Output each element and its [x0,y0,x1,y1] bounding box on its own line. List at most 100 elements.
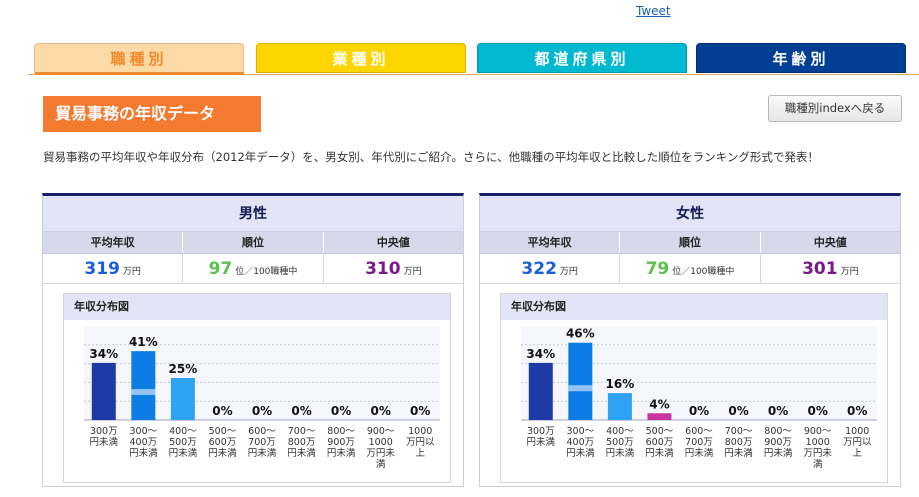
intro-text: 貿易事務の平均年収や年収分布（2012年データ）を、男女別、年代別にご紹介。さら… [43,150,819,164]
tweet-link[interactable]: Tweet [636,4,671,18]
tick-label-line: 800〜 [764,426,792,437]
tick-label: 800〜 900万円未満 [327,426,356,459]
bar [91,362,116,420]
tick-label-line: 円未満 [566,447,595,459]
tab-age[interactable]: 年齢別 [696,43,906,73]
tick-label-line: 円未満 [527,436,556,448]
rank-header: 順位 [183,232,324,253]
tick-label: 700〜 800万円未満 [724,426,753,459]
male-distribution-chart: 34%300万円未満41%300〜 400万円未満25%400〜 500万円未満0%… [84,326,440,470]
bar-highlight [568,385,593,392]
tick-label: 400〜 500万円未満 [606,426,635,459]
bar [607,393,632,420]
female-average-value: 322 [521,259,557,279]
tick-label: 1000 万円以上 [406,426,435,459]
average-header: 平均年収 [480,232,621,253]
tick-label-line: 900〜 [367,426,395,437]
female-median-value: 301 [802,259,838,279]
female-distribution-title: 年収分布図 [501,294,887,320]
tick-label-line: 400万 [130,437,158,448]
tick-label-line: 円未満 [685,447,714,459]
data-label: 0% [768,404,788,418]
female-stat-row: 322 万円 79 位／100職種中 301 万円 [480,254,900,284]
female-average-cell: 322 万円 [480,254,621,283]
tick-label: 500〜 600万円未満 [208,426,237,459]
male-rank-value: 97 [208,259,233,279]
female-average-unit: 万円 [559,267,578,277]
data-label: 0% [689,404,709,418]
tick-label-line: 万円以 [843,437,872,448]
tick-label-line: 万円未 [366,447,395,459]
male-stat-row: 319 万円 97 位／100職種中 310 万円 [43,254,463,284]
male-average-cell: 319 万円 [43,254,184,283]
tick-label-line: 500万 [169,437,197,448]
tick-label-line: 700万 [248,437,276,448]
tick-label: 400〜 500万円未満 [169,426,198,459]
tick-label: 900〜 1000 万円未満 [803,426,832,470]
male-stat-header: 平均年収 順位 中央値 [43,232,463,254]
tick-label-line: 800万 [725,437,753,448]
male-median-cell: 310 万円 [324,254,463,283]
tick-label-line: 円未満 [724,447,753,459]
tick-label-line: 700〜 [288,426,316,437]
data-label: 41% [129,335,158,349]
tick-label-line: 800万 [288,437,316,448]
back-to-index-button[interactable]: 職種別indexへ戻る [768,95,902,122]
tick-label-line: 円未満 [606,447,635,459]
female-median-unit: 万円 [840,267,859,277]
tick-label-line: 900万 [764,437,792,448]
median-header: 中央値 [813,236,847,249]
female-median-cell: 301 万円 [761,254,900,283]
male-median-unit: 万円 [403,267,422,277]
tick-label-line: 300〜 [567,426,595,437]
tick-label-line: 円未満 [208,447,237,459]
data-label: 25% [169,362,198,376]
tick-label-line: 円未満 [764,447,793,459]
tick-label: 300〜 400万円未満 [129,426,158,459]
data-label: 0% [728,404,748,418]
tick-label: 300万円未満 [90,426,119,448]
tick-label-line: 600万 [646,437,674,448]
tick-label-line: 円未満 [327,447,356,459]
data-label: 0% [212,404,232,418]
data-label: 34% [89,347,118,361]
tab-job-type[interactable]: 職種別 [34,43,244,75]
male-rank-cell: 97 位／100職種中 [183,254,324,283]
data-label: 34% [526,347,555,361]
data-label: 0% [252,404,272,418]
female-distribution-box: 年収分布図 34% 300万円未満 46% 300〜 400万円未満 16% 400〜 500… [500,293,888,483]
bar [528,362,553,420]
tick-label-line: 上 [852,448,862,459]
female-panel-title: 女性 [480,196,900,232]
tick-label-line: 400〜 [169,426,197,437]
tick-label-line: 400〜 [606,426,634,437]
tick-label-line: 400万 [567,437,595,448]
tick-label: 500〜 600万円未満 [645,426,674,459]
tick-label-line: 500万 [606,437,634,448]
tick-label-line: 1000 [408,426,432,437]
tick-label: 300万円未満 [527,426,556,448]
female-stat-header: 平均年収 順位 中央値 [480,232,900,254]
tick-label: 800〜 900万円未満 [764,426,793,459]
male-average-value: 319 [84,259,120,279]
female-rank-value: 79 [645,259,670,279]
tick-label-line: 500〜 [209,426,237,437]
tick-label-line: 万円以 [406,437,435,448]
tick-label-line: 満 [813,459,823,470]
active-tab-indicator [35,72,244,75]
data-label: 0% [847,404,867,418]
tick-label: 300〜 400万円未満 [566,426,595,459]
tick-label-line: 上 [415,448,425,459]
tab-prefecture[interactable]: 都道府県別 [477,43,687,73]
female-rank-unit: 位／100職種中 [672,267,735,277]
tick-label-line: 700〜 [725,426,753,437]
tick-label-line: 500〜 [646,426,674,437]
male-average-unit: 万円 [122,267,141,277]
tick-label-line: 円未満 [287,447,316,459]
tab-industry[interactable]: 業種別 [256,43,466,73]
tick-label: 700〜 800万円未満 [287,426,316,459]
bar [131,351,156,420]
tick-label-line: 600〜 [685,426,713,437]
data-label: 0% [370,404,390,418]
tick-label: 600〜 700万円未満 [248,426,277,459]
